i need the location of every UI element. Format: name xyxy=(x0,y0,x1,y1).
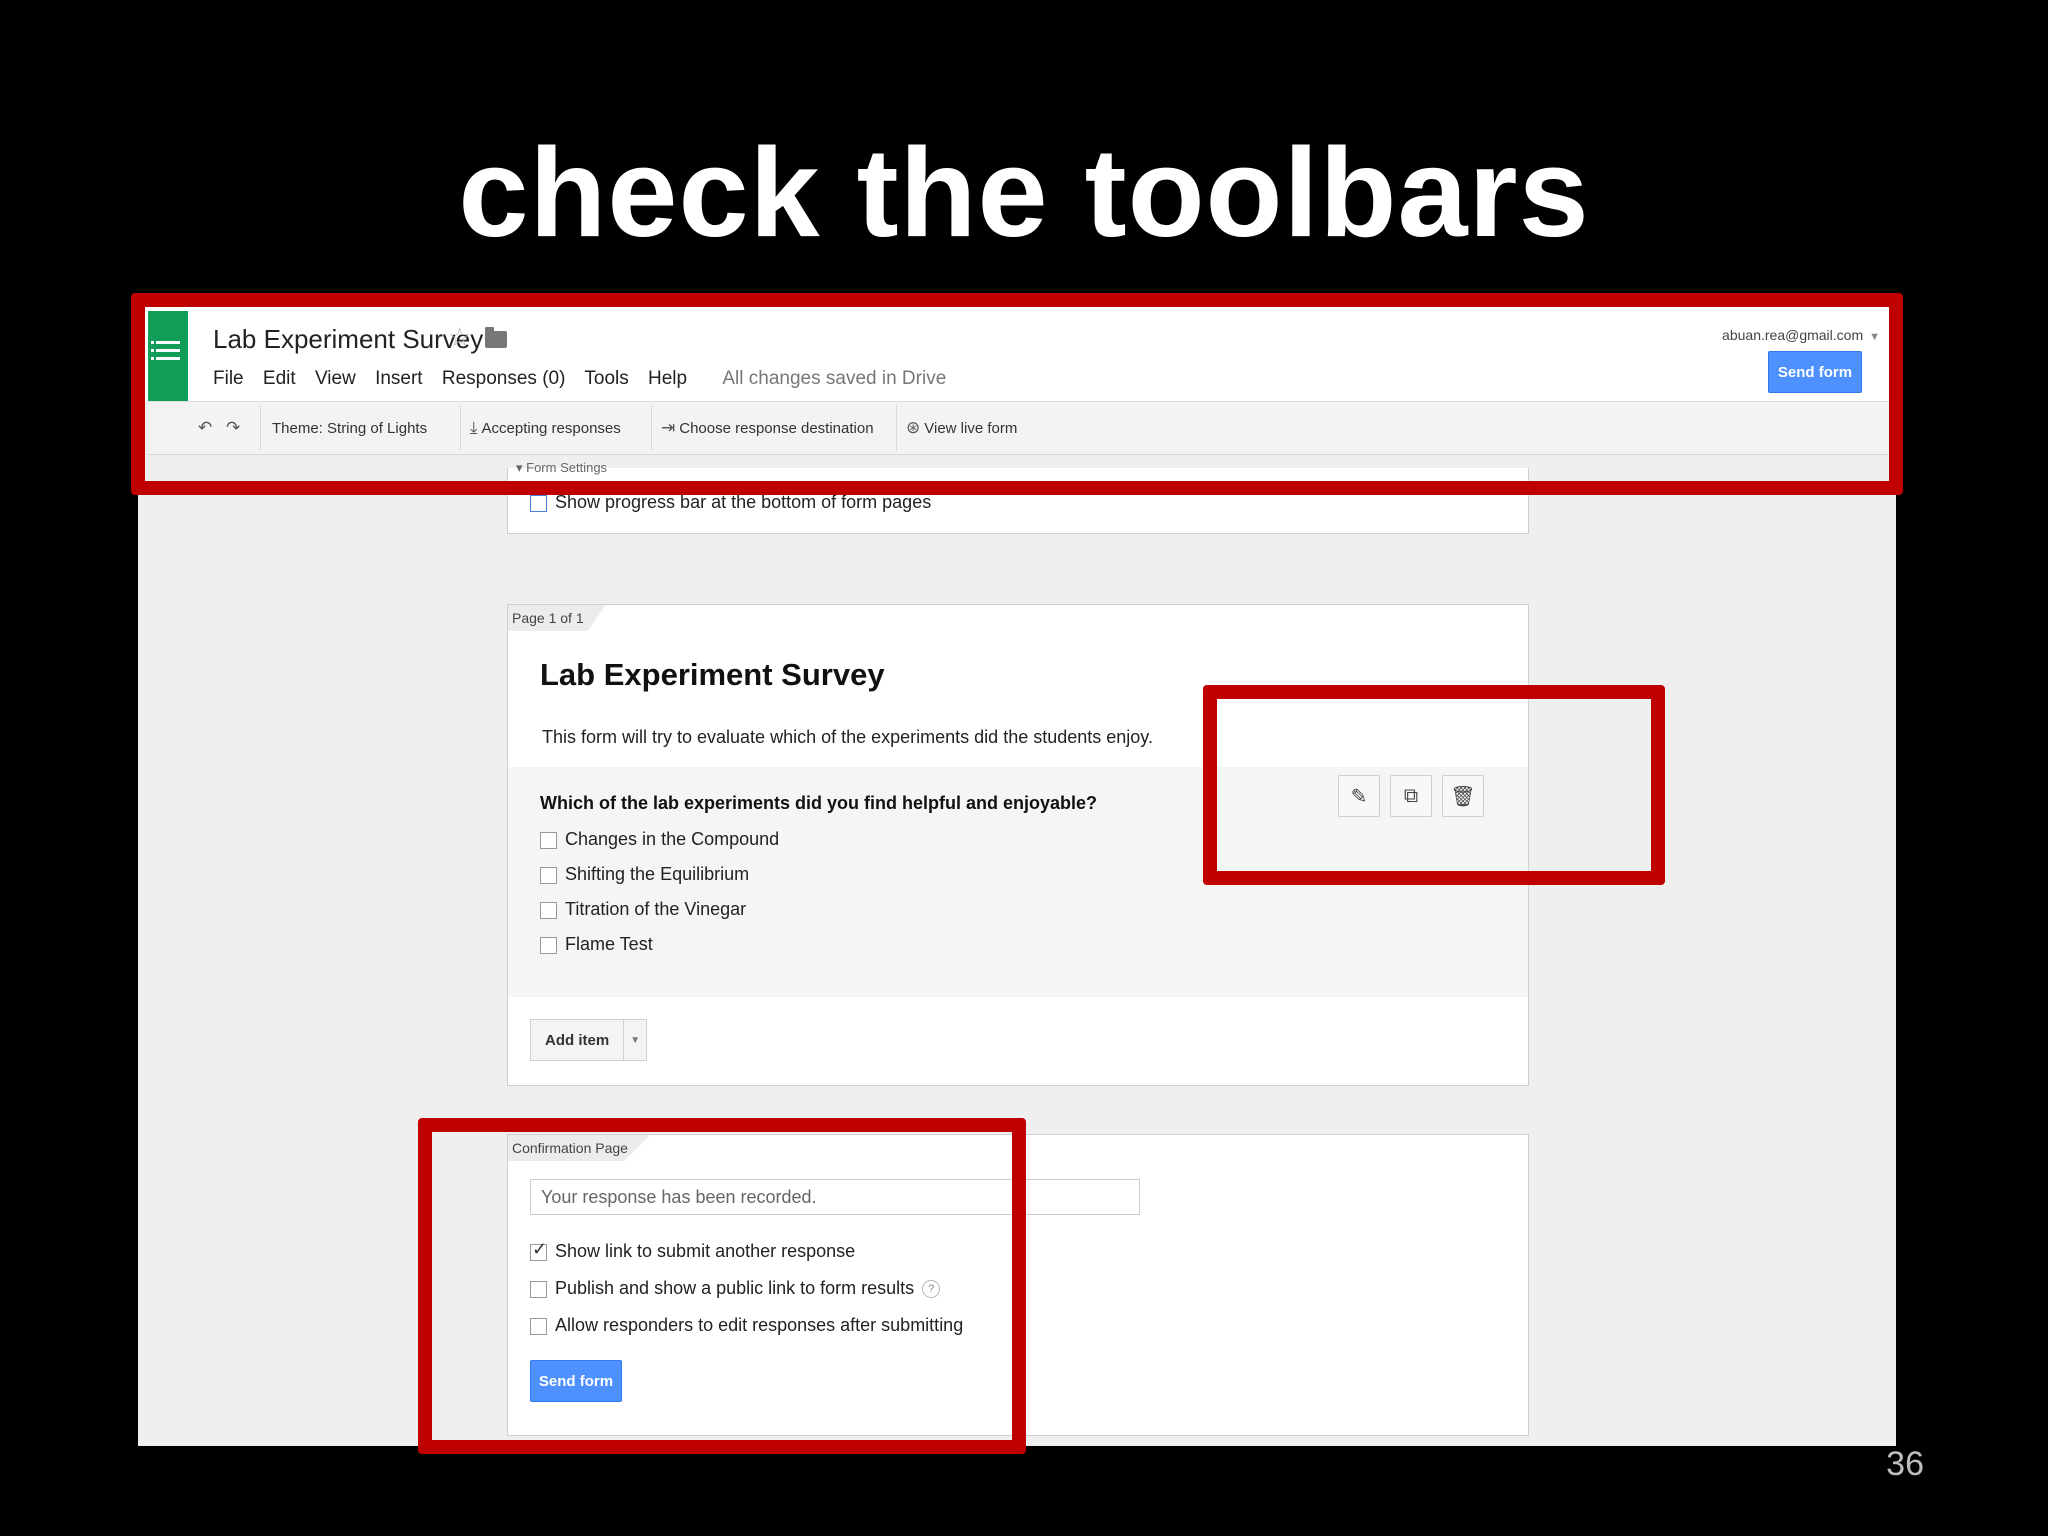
option-checkbox[interactable] xyxy=(540,831,557,849)
option-item: Titration of the Vinegar xyxy=(540,899,746,920)
form-title[interactable]: Lab Experiment Survey xyxy=(540,657,885,693)
slide-title: check the toolbars xyxy=(458,122,1590,263)
add-item-label: Add item xyxy=(545,1031,610,1049)
form-description[interactable]: This form will try to evaluate which of … xyxy=(542,727,1153,748)
option-item: Shifting the Equilibrium xyxy=(540,864,749,885)
page-tag: Page 1 of 1 xyxy=(508,605,606,631)
confirmation-highlight-box xyxy=(418,1118,1026,1454)
option-item: Changes in the Compound xyxy=(540,829,779,850)
option-checkbox[interactable] xyxy=(540,866,557,884)
option-checkbox[interactable] xyxy=(540,936,557,954)
add-item-button[interactable]: Add item ▼ xyxy=(530,1019,648,1061)
question-title: Which of the lab experiments did you fin… xyxy=(540,793,1098,813)
progress-bar-label: Show progress bar at the bottom of form … xyxy=(555,492,932,512)
page-number: 36 xyxy=(1886,1445,1924,1483)
progress-bar-option: Show progress bar at the bottom of form … xyxy=(530,492,931,513)
option-item: Flame Test xyxy=(540,934,653,955)
toolbar-highlight-box xyxy=(131,293,1903,495)
progress-bar-checkbox[interactable] xyxy=(530,494,547,512)
option-checkbox[interactable] xyxy=(540,901,557,919)
chevron-down-icon[interactable]: ▼ xyxy=(623,1020,646,1060)
question-tools-highlight-box xyxy=(1203,685,1665,885)
